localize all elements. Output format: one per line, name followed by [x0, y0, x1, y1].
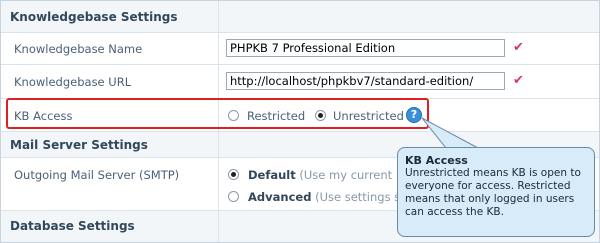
- radio-default[interactable]: [228, 169, 239, 180]
- tooltip-body: Unrestricted means KB is open to everyon…: [405, 167, 581, 218]
- kb-access-highlight: [6, 98, 429, 129]
- knowledgebase-name-label: Knowledgebase Name: [14, 42, 143, 56]
- advanced-option-desc: (Use settings s: [315, 190, 401, 204]
- section-header-knowledgebase: Knowledgebase Settings: [1, 1, 599, 33]
- radio-default-label[interactable]: Default (Use my current: [248, 168, 392, 182]
- knowledgebase-url-input[interactable]: http://localhost/phpkbv7/standard-editio…: [226, 72, 505, 90]
- valid-check-icon: ✔: [513, 73, 524, 88]
- row-knowledgebase-url: Knowledgebase URL http://localhost/phpkb…: [1, 65, 599, 99]
- tooltip-title: KB Access: [405, 154, 468, 167]
- default-option-name: Default: [248, 168, 296, 182]
- smtp-label: Outgoing Mail Server (SMTP): [14, 168, 180, 182]
- section-title: Database Settings: [10, 219, 135, 233]
- knowledgebase-name-input[interactable]: PHPKB 7 Professional Edition: [226, 39, 505, 57]
- valid-check-icon: ✔: [513, 40, 524, 55]
- kb-access-tooltip: KB Access Unrestricted means KB is open …: [397, 147, 595, 237]
- radio-advanced-label[interactable]: Advanced (Use settings s: [248, 190, 400, 204]
- default-option-desc: (Use my current: [299, 168, 393, 182]
- advanced-option-name: Advanced: [248, 190, 312, 204]
- section-title: Mail Server Settings: [10, 138, 148, 152]
- radio-advanced[interactable]: [228, 191, 239, 202]
- section-title: Knowledgebase Settings: [10, 10, 178, 24]
- knowledgebase-url-label: Knowledgebase URL: [14, 75, 132, 89]
- tooltip-pointer: [421, 117, 479, 149]
- row-knowledgebase-name: Knowledgebase Name PHPKB 7 Professional …: [1, 33, 599, 65]
